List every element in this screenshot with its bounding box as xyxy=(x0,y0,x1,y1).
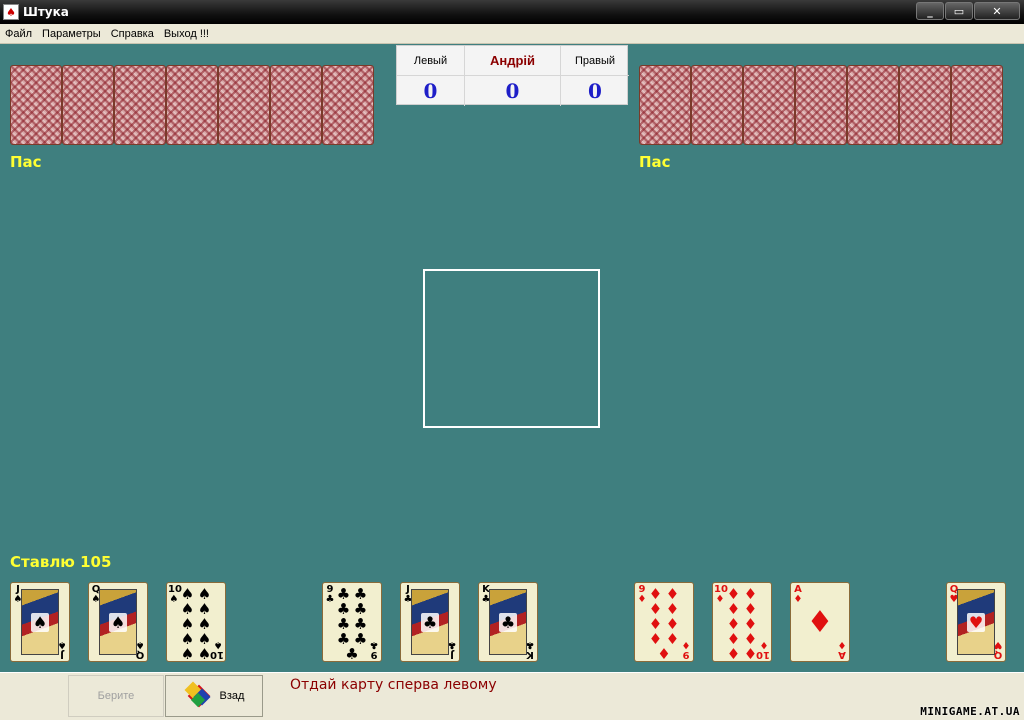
close-button[interactable]: ✕ xyxy=(974,2,1020,20)
player-card[interactable]: A ♦ A ♦ ♦ xyxy=(790,582,850,662)
player-card[interactable]: Q ♠ Q ♠ ♠ xyxy=(88,582,148,662)
court-figure-icon: ♣ xyxy=(411,589,449,655)
player-card[interactable]: 10 ♠ 10 ♠ ♠ ♠ ♠ ♠ ♠ ♠ ♠ ♠ ♠ ♠ xyxy=(166,582,226,662)
player-card[interactable]: 9 ♣ 9 ♣ ♣ ♣ ♣ ♣ ♣ ♣ ♣ ♣ ♣ xyxy=(322,582,382,662)
player-card[interactable]: J ♠ J ♠ ♠ xyxy=(10,582,70,662)
left-opponent-status: Пас xyxy=(10,153,42,171)
card-app-icon: ♠ xyxy=(3,4,19,20)
score-left-value: 0 xyxy=(397,76,465,106)
suit-pip-icon: ♠ xyxy=(180,645,195,662)
title-bar: ♠ Штука _ ▭ ✕ xyxy=(0,0,1024,24)
suit-pip-icon: ♠ xyxy=(197,645,212,662)
take-button-label: Берите xyxy=(97,690,135,702)
window-title: Штука xyxy=(23,5,69,19)
suit-pip-icon: ♦ xyxy=(657,645,671,662)
left-opponent-card-back xyxy=(10,65,62,145)
take-button[interactable]: Берите xyxy=(68,675,164,717)
court-figure-icon: ♣ xyxy=(489,589,527,655)
left-opponent-card-back xyxy=(62,65,114,145)
menu-bar: Файл Параметры Справка Выход !!! xyxy=(0,24,1024,44)
card-pips: ♠ ♠ ♠ ♠ ♠ ♠ ♠ ♠ ♠ ♠ xyxy=(179,587,213,662)
back-button-label: Взад xyxy=(219,690,245,702)
right-opponent-card-back xyxy=(847,65,899,145)
right-opponent-card-back xyxy=(951,65,1003,145)
suit-pip-icon: ♣ xyxy=(345,645,359,662)
player-bid: Ставлю 105 xyxy=(10,553,112,571)
player-card[interactable]: 10 ♦ 10 ♦ ♦ ♦ ♦ ♦ ♦ ♦ ♦ ♦ ♦ ♦ xyxy=(712,582,772,662)
menu-file[interactable]: Файл xyxy=(0,28,37,40)
game-table: Пас Пас Левый Андрій Правый 0 0 0 Ставлю… xyxy=(4,45,1020,671)
score-right-value: 0 xyxy=(588,79,602,103)
player-card[interactable]: J ♣ J ♣ ♣ xyxy=(400,582,460,662)
right-opponent-card-back xyxy=(795,65,847,145)
right-opponent-card-back xyxy=(691,65,743,145)
right-opponent-card-back xyxy=(743,65,795,145)
court-figure-icon: ♠ xyxy=(21,589,59,655)
left-opponent-card-back xyxy=(114,65,166,145)
score-right-label: Правый xyxy=(561,46,629,76)
left-opponent-hand xyxy=(10,65,374,145)
bottom-bar: Берите Взад Отдай карту сперва левому MI… xyxy=(0,672,1024,720)
left-opponent-card-back xyxy=(322,65,374,145)
menu-settings[interactable]: Параметры xyxy=(37,28,106,40)
score-player-value: 0 xyxy=(465,76,561,106)
suit-pip-icon: ♦ xyxy=(743,645,758,662)
card-corner-index: 9 ♣ xyxy=(369,639,379,660)
undo-icon xyxy=(184,681,214,711)
maximize-button[interactable]: ▭ xyxy=(945,2,973,20)
status-message: Отдай карту сперва левому xyxy=(290,677,497,693)
back-button[interactable]: Взад xyxy=(165,675,263,717)
card-corner-index: 9 ♦ xyxy=(681,639,691,660)
score-left-label: Левый xyxy=(397,46,465,76)
player-card[interactable]: K ♣ K ♣ ♣ xyxy=(478,582,538,662)
card-pips: ♦ ♦ ♦ ♦ ♦ ♦ ♦ ♦ ♦ ♦ xyxy=(725,587,759,662)
score-panel: Левый Андрій Правый 0 0 0 xyxy=(396,45,629,106)
minimize-button[interactable]: _ xyxy=(916,2,944,20)
player-card[interactable]: 9 ♦ 9 ♦ ♦ ♦ ♦ ♦ ♦ ♦ ♦ ♦ ♦ xyxy=(634,582,694,662)
window-controls: _ ▭ ✕ xyxy=(916,2,1020,20)
menu-exit[interactable]: Выход !!! xyxy=(159,28,214,40)
left-opponent-card-back xyxy=(166,65,218,145)
left-opponent-card-back xyxy=(218,65,270,145)
card-corner-index: 10 ♠ xyxy=(210,639,224,660)
right-opponent-hand xyxy=(639,65,1003,145)
left-opponent-card-back xyxy=(270,65,322,145)
trick-area[interactable] xyxy=(423,269,600,428)
watermark: MINIGAME.AT.UA xyxy=(920,705,1020,718)
card-corner-index: 10 ♦ xyxy=(756,639,770,660)
menu-help[interactable]: Справка xyxy=(106,28,159,40)
right-opponent-card-back xyxy=(639,65,691,145)
court-figure-icon: ♥ xyxy=(957,589,995,655)
card-pips: ♦ ♦ ♦ ♦ ♦ ♦ ♦ ♦ ♦ xyxy=(647,587,681,662)
right-opponent-status: Пас xyxy=(639,153,671,171)
suit-pip-icon: ♦ xyxy=(726,645,741,662)
card-pips: ♣ ♣ ♣ ♣ ♣ ♣ ♣ ♣ ♣ xyxy=(335,587,369,662)
ace-suit-icon: ♦ xyxy=(806,604,834,640)
player-card[interactable]: Q ♥ Q ♥ ♥ xyxy=(946,582,1006,662)
right-opponent-card-back xyxy=(899,65,951,145)
score-player-label: Андрій xyxy=(465,46,561,76)
court-figure-icon: ♠ xyxy=(99,589,137,655)
